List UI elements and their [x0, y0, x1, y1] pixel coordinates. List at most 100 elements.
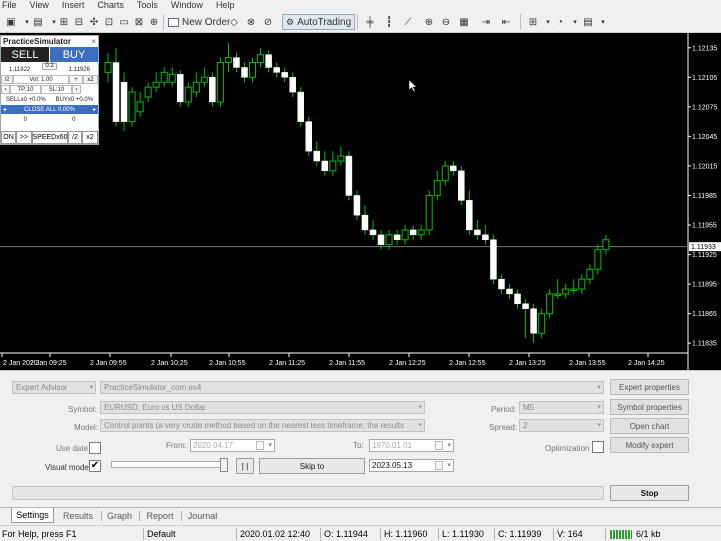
period-select[interactable]: M5 ▾: [519, 401, 604, 414]
model-select[interactable]: Control points (a very crude method base…: [100, 419, 425, 432]
volume-field[interactable]: Vol: 1.00: [13, 75, 69, 84]
price-chart[interactable]: 1.12135 1.12105 1.12075 1.12045 1.12015 1.119…: [0, 33, 721, 370]
sell-button[interactable]: SELL: [1, 47, 49, 62]
tile-windows-icon[interactable]: ▦: [456, 14, 472, 30]
candle-body: [409, 229, 417, 236]
toolbar: ▣ ▾ ▤ ▾ ⊞ ⊟ ✣ ⊡ ▭ ⊠ ⊕ New Order ◇ ⊗ ⊘ ⚙ …: [0, 11, 721, 33]
volume-double-button[interactable]: x2: [83, 75, 98, 84]
volume-plus-button[interactable]: +: [69, 75, 83, 84]
profiles-icon[interactable]: ▤: [30, 14, 46, 30]
menu-help[interactable]: Help: [216, 0, 235, 11]
tp-field[interactable]: TP:10: [10, 85, 41, 94]
signals-icon[interactable]: ⊘: [260, 14, 276, 30]
tab-graph[interactable]: Graph: [103, 508, 136, 523]
fast-forward-button[interactable]: >>: [16, 131, 32, 144]
menu-charts[interactable]: Charts: [97, 0, 124, 11]
menu-window[interactable]: Window: [171, 0, 203, 11]
speed-double-button[interactable]: x2: [82, 131, 98, 144]
bar-chart-icon[interactable]: ╪: [362, 14, 378, 30]
menu-file[interactable]: File: [2, 0, 17, 11]
from-date-input[interactable]: 2020.04.17 ▾: [190, 439, 275, 452]
candle-body: [257, 54, 265, 64]
optimization-checkbox[interactable]: [592, 441, 604, 453]
from-label: From:: [166, 441, 187, 450]
candle-body: [474, 229, 481, 236]
candle-body: [144, 86, 152, 98]
spread-select[interactable]: 2 ▾: [519, 419, 604, 432]
pause-button[interactable]: | |: [236, 458, 254, 474]
skip-to-date-input[interactable]: 2023.05.13 ▾: [369, 459, 454, 472]
open-chart-button[interactable]: Open chart: [610, 418, 689, 434]
diamond-icon[interactable]: ◇: [226, 14, 242, 30]
candle-body: [554, 293, 562, 296]
modify-expert-button[interactable]: Modify expert: [610, 437, 689, 453]
expert-properties-button[interactable]: Expert properties: [610, 379, 689, 395]
terminal-icon[interactable]: ⊡: [101, 14, 117, 30]
speed-half-button[interactable]: /2: [68, 131, 82, 144]
chart-canvas[interactable]: 1.12135 1.12105 1.12075 1.12045 1.12015 1.119…: [0, 33, 721, 370]
menu-insert[interactable]: Insert: [62, 0, 85, 11]
menu-tools[interactable]: Tools: [137, 0, 158, 11]
new-order-button[interactable]: New Order: [165, 14, 233, 30]
candle-body: [586, 268, 594, 280]
line-chart-icon[interactable]: ⟋: [400, 14, 416, 30]
templates-icon[interactable]: ▤: [580, 14, 596, 30]
metaeditor-icon[interactable]: ⊕: [146, 14, 162, 30]
tab-report[interactable]: Report: [142, 508, 178, 523]
candle-body: [377, 234, 385, 245]
indicators-icon[interactable]: ⊞: [525, 14, 541, 30]
tp-decrease-icon[interactable]: ‹: [1, 85, 10, 94]
use-date-label: Use date: [56, 444, 89, 453]
strategy-tester-icon[interactable]: ▭: [116, 14, 132, 30]
candle-body: [562, 288, 570, 295]
symbol-properties-button[interactable]: Symbol properties: [610, 399, 689, 415]
zoom-out-icon[interactable]: ⊖: [438, 14, 454, 30]
skip-to-button[interactable]: Skip to: [259, 458, 365, 474]
close-all-button[interactable]: ◂ CLOSE ALL 0.00% ▸: [1, 105, 98, 114]
tab-results[interactable]: Results: [58, 508, 98, 523]
sl-increase-icon[interactable]: ›: [72, 85, 81, 94]
close-icon[interactable]: ×: [91, 37, 96, 46]
market-watch-icon[interactable]: ⊞: [56, 14, 72, 30]
data-window-icon[interactable]: ⊟: [71, 14, 87, 30]
candle-body: [216, 62, 224, 103]
chart-shift-icon[interactable]: ⇥: [478, 14, 494, 30]
sl-field[interactable]: SL:10: [41, 85, 72, 94]
connection-status[interactable]: 6/1 kb: [610, 528, 661, 540]
chevron-down-icon: ▾: [597, 404, 601, 411]
to-date-input[interactable]: 1970.01.01 ▾: [369, 439, 454, 452]
status-separator: [494, 528, 495, 540]
options-icon[interactable]: ⊠: [131, 14, 147, 30]
tab-journal[interactable]: Journal: [184, 508, 221, 523]
navigator-icon[interactable]: ✣: [86, 14, 102, 30]
history-icon[interactable]: ⊗: [243, 14, 259, 30]
profile-name: Default: [147, 529, 176, 539]
dropdown-arrow-icon[interactable]: ▾: [595, 14, 611, 30]
autoscroll-icon[interactable]: ⇤: [498, 14, 514, 30]
candlestick-icon[interactable]: ┇: [381, 14, 397, 30]
chevron-down-icon: ▾: [418, 422, 422, 429]
speed-field[interactable]: SPEEDx60: [32, 131, 68, 144]
candle-body: [224, 57, 232, 64]
visual-speed-slider[interactable]: [111, 461, 223, 468]
periods-icon[interactable]: ◔: [552, 14, 568, 30]
buy-button[interactable]: BUY: [50, 47, 98, 62]
expert-file-select[interactable]: PracticeSimulator_com.ex4 ▾: [100, 381, 604, 394]
tp-sl-row: ‹ TP:10 SL:10 ›: [1, 85, 98, 94]
symbol-select[interactable]: EURUSD, Euro vs US Dollar ▾: [100, 401, 425, 414]
visual-mode-checkbox[interactable]: ✔: [89, 460, 101, 472]
expert-type-select[interactable]: Expert Advisor ▾: [12, 381, 96, 394]
tab-settings[interactable]: Settings: [11, 508, 54, 523]
tab-separator: [181, 511, 182, 521]
price-label: 1.12045: [692, 134, 717, 141]
slider-thumb[interactable]: [220, 458, 228, 472]
chevron-down-icon: ▾: [447, 462, 451, 469]
new-chart-icon[interactable]: ▣: [3, 14, 19, 30]
stop-button[interactable]: Stop: [610, 485, 689, 501]
volume-half-button[interactable]: /2: [1, 75, 13, 84]
autotrading-button[interactable]: ⚙ AutoTrading: [282, 14, 356, 30]
zoom-in-icon[interactable]: ⊕: [421, 14, 437, 30]
use-date-checkbox[interactable]: [89, 442, 101, 454]
menu-view[interactable]: View: [30, 0, 49, 11]
on-toggle-button[interactable]: ON: [1, 131, 16, 144]
